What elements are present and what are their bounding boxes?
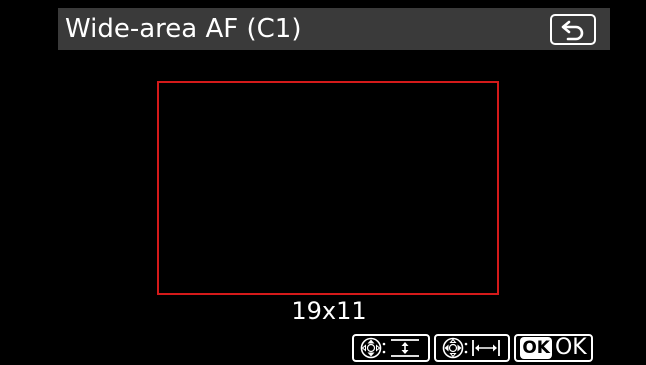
height-adjust-icon <box>388 337 422 359</box>
width-adjust-icon <box>470 337 502 359</box>
return-arrow-icon <box>559 19 587 41</box>
af-area-frame <box>157 81 499 295</box>
ok-button-hint: OK OK <box>514 334 593 362</box>
adjust-width-hint <box>434 334 510 362</box>
adjust-height-hint <box>352 334 430 362</box>
multi-selector-left-right-icon <box>442 337 470 359</box>
af-area-size-label: 19x11 <box>291 297 367 325</box>
menu-title-bar: Wide-area AF (C1) <box>58 8 610 50</box>
multi-selector-up-down-icon <box>360 337 388 359</box>
back-button[interactable] <box>550 14 596 45</box>
ok-hint-label: OK <box>554 335 587 360</box>
ok-button-icon: OK <box>520 337 552 359</box>
camera-menu-screen: Wide-area AF (C1) 19x11 OK OK <box>0 0 646 365</box>
menu-title: Wide-area AF (C1) <box>65 14 302 44</box>
